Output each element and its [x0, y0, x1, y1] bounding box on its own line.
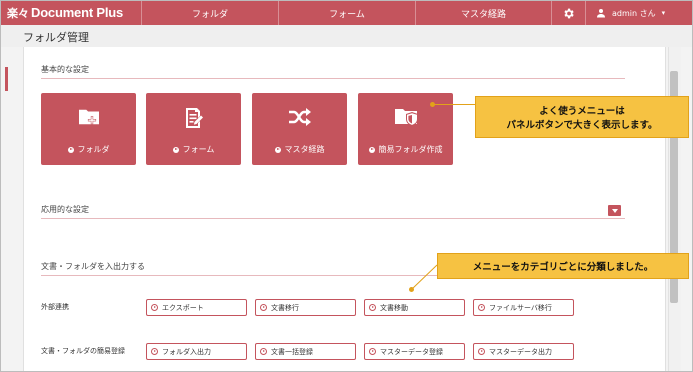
chevron-down-icon: ▾ — [661, 9, 666, 17]
panel-button-master-route[interactable]: マスタ経路 — [252, 93, 347, 165]
arrow-circle-icon — [369, 348, 376, 355]
folder-shield-icon — [394, 109, 418, 126]
nav-item-folder[interactable]: フォルダ — [141, 1, 278, 25]
button-label: フォルダ入出力 — [162, 347, 211, 356]
arrow-circle-icon — [260, 304, 267, 311]
section-title-basic: 基本的な設定 — [41, 65, 89, 74]
master-data-export-button[interactable]: マスターデータ出力 — [473, 343, 574, 360]
button-label: マスターデータ登録 — [380, 347, 443, 356]
panel-label: フォーム — [182, 145, 215, 154]
app-window: 楽々 Document Plus フォルダ フォーム マスタ経路 admin さ… — [0, 0, 693, 372]
main-nav: フォルダ フォーム マスタ経路 — [141, 1, 552, 25]
arrow-circle-icon — [67, 146, 74, 153]
export-button[interactable]: エクスポート — [146, 299, 247, 316]
arrow-circle-icon — [260, 348, 267, 355]
nav-item-master-route[interactable]: マスタ経路 — [415, 1, 552, 25]
panel-label: フォルダ — [77, 145, 110, 154]
nav-item-form[interactable]: フォーム — [278, 1, 415, 25]
section-title-advanced: 応用的な設定 — [41, 205, 89, 214]
callout-panel-note: よく使うメニューは パネルボタンで大きく表示します。 — [475, 96, 689, 138]
side-tab-indicator[interactable] — [5, 67, 8, 91]
button-label: エクスポート — [162, 303, 204, 312]
arrow-circle-icon — [172, 146, 179, 153]
row-label-simple-register: 文書・フォルダの簡易登録 — [41, 347, 125, 355]
panel-label: マスタ経路 — [284, 145, 325, 154]
panel-button-form[interactable]: フォーム — [146, 93, 241, 165]
section-divider — [41, 78, 625, 79]
document-move-button[interactable]: 文書移動 — [364, 299, 465, 316]
user-icon — [597, 9, 605, 18]
document-bulk-register-button[interactable]: 文書一括登録 — [255, 343, 356, 360]
callout-pointer-line — [434, 104, 475, 105]
settings-button[interactable] — [552, 1, 586, 25]
arrow-circle-icon — [151, 304, 158, 311]
arrow-circle-icon — [478, 304, 485, 311]
panel-label: 簡易フォルダ作成 — [378, 145, 443, 154]
user-menu[interactable]: admin さん ▾ — [586, 8, 665, 19]
expand-toggle-button[interactable] — [608, 205, 621, 216]
user-name: admin さん — [612, 8, 656, 18]
logo-text: Document Plus — [31, 5, 124, 20]
arrow-circle-icon — [478, 348, 485, 355]
callout-pointer-line — [411, 264, 438, 290]
app-logo[interactable]: 楽々 Document Plus — [1, 5, 141, 21]
callout-category-note: メニューをカテゴリごとに分類しました。 — [437, 253, 689, 279]
button-label: 文書移行 — [271, 303, 299, 312]
callout-text: メニューをカテゴリごとに分類しました。 — [472, 262, 654, 273]
button-label: 文書一括登録 — [271, 347, 313, 356]
shuffle-icon — [288, 108, 311, 126]
top-navigation-bar: 楽々 Document Plus フォルダ フォーム マスタ経路 admin さ… — [1, 1, 692, 25]
arrow-circle-icon — [151, 348, 158, 355]
section-divider — [41, 218, 625, 219]
page-title-bar: フォルダ管理 — [1, 25, 692, 47]
callout-line-2: パネルボタンで大きく表示します。 — [506, 120, 658, 131]
folder-add-icon — [78, 109, 99, 125]
form-edit-icon — [185, 108, 203, 128]
arrow-circle-icon — [274, 146, 281, 153]
button-label: ファイルサーバ移行 — [489, 303, 552, 312]
callout-line-1: よく使うメニューは — [539, 106, 625, 117]
folder-io-button[interactable]: フォルダ入出力 — [146, 343, 247, 360]
arrow-circle-icon — [369, 304, 376, 311]
page-title: フォルダ管理 — [23, 31, 89, 44]
arrow-circle-icon — [368, 146, 375, 153]
panel-button-folder[interactable]: フォルダ — [41, 93, 136, 165]
row-label-external: 外部連携 — [41, 303, 69, 311]
fileserver-migrate-button[interactable]: ファイルサーバ移行 — [473, 299, 574, 316]
logo-kanji: 楽々 — [7, 8, 29, 20]
button-label: マスターデータ出力 — [489, 347, 552, 356]
button-label: 文書移動 — [380, 303, 408, 312]
gear-icon — [564, 8, 574, 18]
section-title-io: 文書・フォルダを入出力する — [41, 262, 145, 271]
document-migrate-button[interactable]: 文書移行 — [255, 299, 356, 316]
master-data-register-button[interactable]: マスターデータ登録 — [364, 343, 465, 360]
